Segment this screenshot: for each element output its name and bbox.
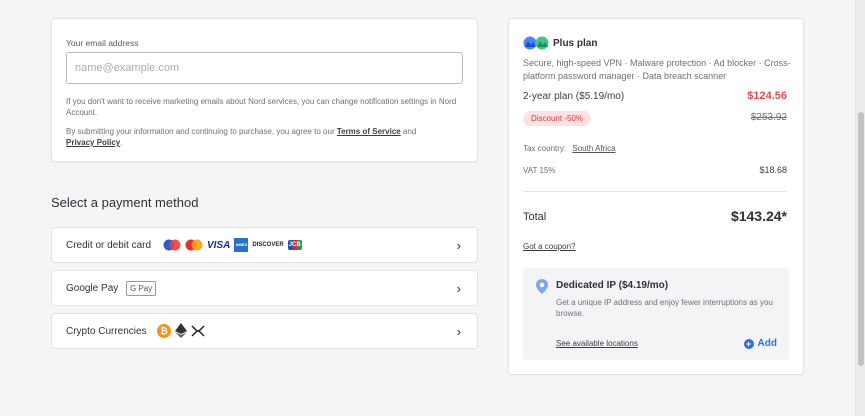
total-label: Total [523,211,547,223]
add-label: Add [757,338,777,349]
plus-icon: + [743,338,754,349]
privacy-policy-link[interactable]: Privacy Policy [66,138,120,147]
payment-option-label: Crypto Currencies [66,326,147,337]
location-pin-icon [536,279,548,294]
payment-option-crypto[interactable]: Crypto Currencies ₿ › [51,313,478,349]
plus-plan-icon [523,36,549,50]
email-card: Your email address If you don't want to … [51,18,478,162]
marketing-note: If you don't want to receive marketing e… [66,97,457,117]
plan-features: Secure, high-speed VPN · Malware protect… [523,58,791,81]
original-price: $253.92 [750,112,787,123]
tax-country-row: Tax country: South Africa [523,144,616,153]
xrp-icon [191,324,205,337]
bitcoin-icon: ₿ [157,323,171,338]
dedicated-ip-description: Get a unique IP address and enjoy fewer … [556,298,773,318]
ethereum-icon [175,323,187,338]
terms-prefix: By submitting your information and conti… [66,127,337,136]
discount-badge: Discount -50% [523,111,592,126]
plan-term: 2-year plan ($5.19/mo) [523,91,625,102]
payment-option-google-pay[interactable]: Google Pay G Pay › [51,270,478,306]
terms-suffix: . [120,138,123,147]
plan-price: $124.56 [747,90,787,102]
payment-option-card[interactable]: Credit or debit card VISA AMEX DISCOVER … [51,227,478,263]
visa-icon: VISA [207,239,231,251]
payment-method-title: Select a payment method [51,195,199,210]
chevron-right-icon: › [456,238,461,253]
tax-country-label: Tax country: [523,144,567,153]
dedicated-ip-box: Dedicated IP ($4.19/mo) Get a unique IP … [523,268,789,360]
chevron-right-icon: › [456,281,461,296]
card-brand-icons: VISA AMEX DISCOVER JCB [163,238,302,252]
terms-of-service-link[interactable]: Terms of Service [337,127,401,136]
vat-value: $18.68 [759,165,787,175]
vat-label: VAT 15% [523,166,556,175]
amex-icon: AMEX [234,238,249,252]
see-locations-link[interactable]: See available locations [556,339,638,348]
chevron-right-icon: › [456,324,461,339]
add-dedicated-ip-button[interactable]: + Add [743,338,777,349]
summary-divider [523,191,787,192]
discover-icon: DISCOVER [252,242,284,248]
gpay-icon-wrap: G Pay [126,281,157,296]
jcb-icon: JCB [287,240,302,250]
terms-and: and [400,127,417,136]
scrollbar[interactable] [855,0,865,416]
payment-option-label: Google Pay [66,283,119,294]
email-input[interactable] [66,52,463,84]
coupon-link[interactable]: Got a coupon? [523,242,575,251]
plan-name: Plus plan [553,38,598,49]
payment-option-label: Credit or debit card [66,240,152,251]
dedicated-ip-title: Dedicated IP ($4.19/mo) [556,280,669,291]
mastercard-icon [185,239,203,251]
maestro-icon [163,239,181,251]
order-summary-card: Plus plan Secure, high-speed VPN · Malwa… [508,18,804,375]
total-value: $143.24* [730,208,787,224]
crypto-icons: ₿ [157,323,205,338]
scrollbar-thumb[interactable] [858,112,864,366]
terms-note: By submitting your information and conti… [66,126,466,148]
google-pay-icon: G Pay [126,281,157,296]
tax-country-link[interactable]: South Africa [572,144,615,153]
email-label: Your email address [66,38,139,48]
